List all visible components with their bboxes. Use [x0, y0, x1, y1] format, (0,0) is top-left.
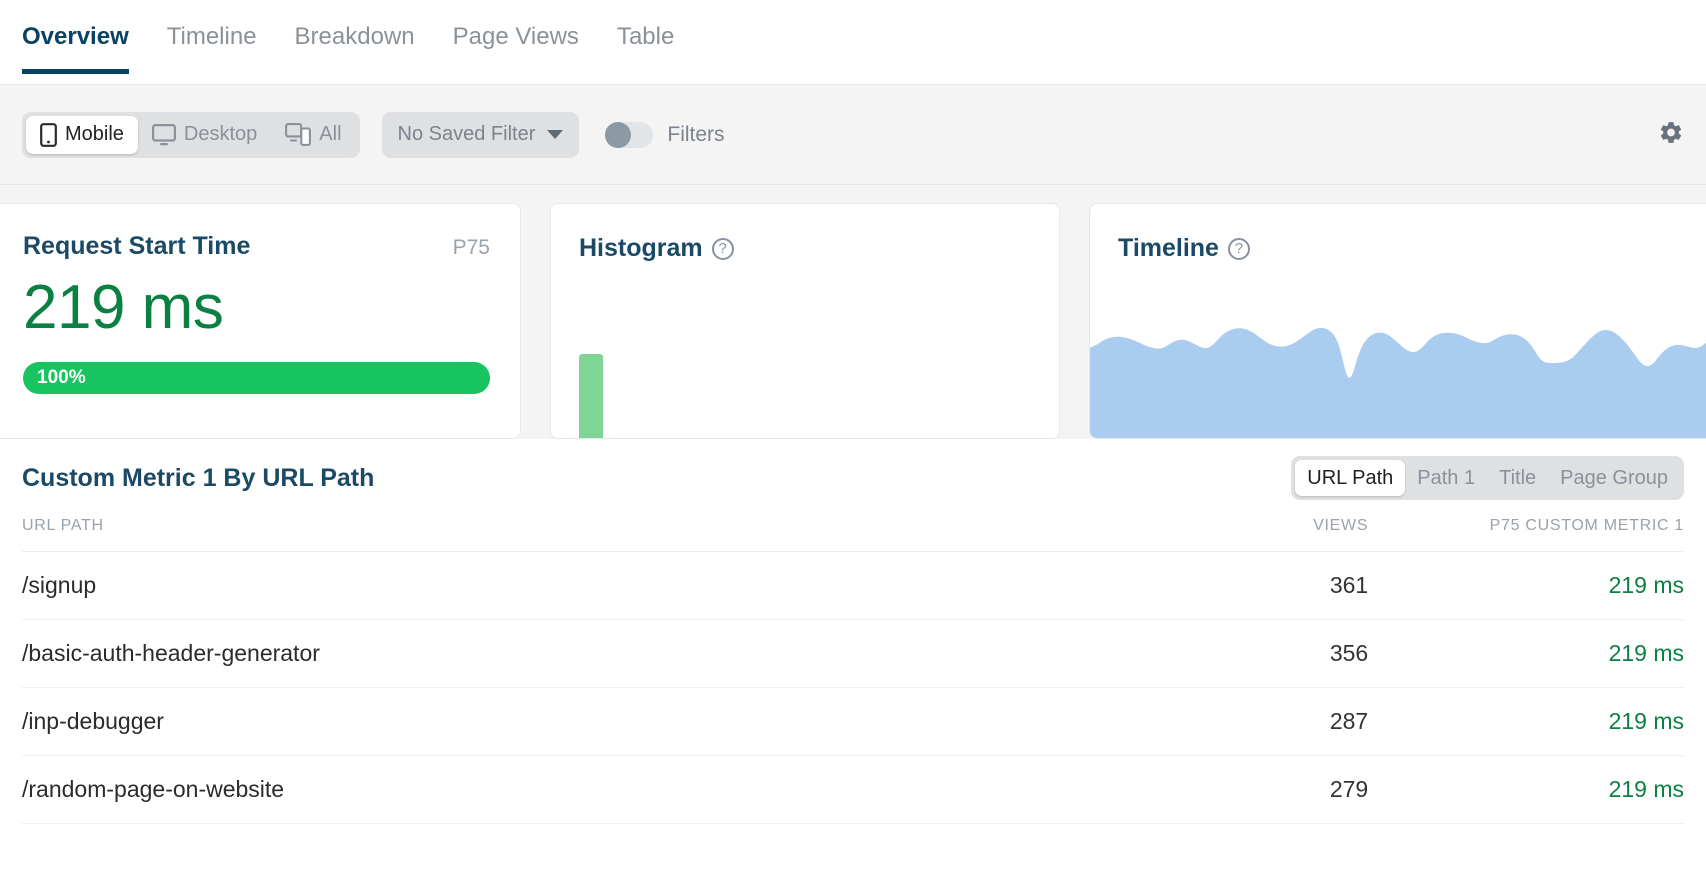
metric-progress-bar: 100% — [23, 362, 490, 395]
table-view-toggle-group: URL Path Path 1 Title Page Group — [1291, 456, 1684, 500]
table-title: Custom Metric 1 By URL Path — [22, 463, 375, 492]
timeline-chart[interactable] — [1090, 310, 1706, 438]
histogram-title: Histogram — [579, 234, 703, 262]
chevron-down-icon — [547, 130, 564, 139]
breakdown-table-section: Custom Metric 1 By URL Path URL Path Pat… — [0, 439, 1706, 824]
histogram-card-header: Histogram ? — [579, 234, 1059, 263]
help-icon[interactable]: ? — [711, 237, 734, 260]
table-head: URL PATH VIEWS P75 CUSTOM METRIC 1 — [22, 517, 1684, 552]
histogram-chart — [579, 318, 1059, 438]
filters-toggle-wrap: Filters — [605, 121, 725, 148]
timeline-area-path — [1090, 327, 1706, 438]
table-view-option-label: Path 1 — [1417, 467, 1476, 489]
saved-filter-label: No Saved Filter — [397, 123, 536, 145]
device-option-mobile[interactable]: Mobile — [26, 115, 138, 154]
tab-bar: Overview Timeline Breakdown Page Views T… — [0, 0, 1706, 84]
table-row[interactable]: /inp-debugger 287 219 ms — [22, 687, 1684, 756]
cell-url-path: /inp-debugger — [22, 687, 1053, 756]
device-option-label: Mobile — [65, 123, 124, 145]
timeline-area-svg — [1090, 327, 1706, 438]
cell-metric: 219 ms — [1368, 619, 1684, 688]
table-view-option-label: Title — [1499, 467, 1537, 489]
device-option-label: All — [319, 123, 342, 145]
tab-table[interactable]: Table — [617, 22, 674, 74]
table-view-option-url-path[interactable]: URL Path — [1295, 460, 1406, 496]
tab-label: Breakdown — [294, 23, 415, 50]
mobile-icon — [40, 122, 57, 147]
tab-label: Table — [616, 23, 675, 50]
cell-metric: 219 ms — [1368, 551, 1684, 620]
table-header-row: Custom Metric 1 By URL Path URL Path Pat… — [22, 439, 1684, 517]
table-view-option-title[interactable]: Title — [1487, 460, 1548, 496]
column-header-url-path[interactable]: URL PATH — [22, 517, 1053, 552]
gear-icon[interactable] — [1658, 119, 1684, 150]
table-body: /signup 361 219 ms /basic-auth-header-ge… — [22, 551, 1684, 824]
breakdown-table: URL PATH VIEWS P75 CUSTOM METRIC 1 /sign… — [22, 517, 1684, 824]
all-devices-icon — [285, 123, 312, 146]
filters-toggle-label: Filters — [667, 122, 725, 146]
cell-url-path: /random-page-on-website — [22, 755, 1053, 824]
column-header-metric[interactable]: P75 CUSTOM METRIC 1 — [1368, 517, 1684, 552]
toggle-knob — [605, 121, 632, 148]
help-icon[interactable]: ? — [1227, 237, 1250, 260]
timeline-card-header: Timeline ? — [1118, 234, 1706, 263]
metric-card: Request Start Time P75 219 ms 100% — [0, 203, 521, 439]
filter-bar: Mobile Desktop All No Saved Filter Filte… — [0, 84, 1706, 185]
metric-progress-label: 100% — [37, 367, 86, 389]
cell-views: 356 — [1052, 619, 1369, 688]
tab-overview[interactable]: Overview — [22, 22, 129, 74]
cell-url-path: /basic-auth-header-generator — [22, 619, 1053, 688]
tab-label: Timeline — [166, 23, 257, 50]
cell-views: 279 — [1052, 755, 1369, 824]
tab-page-views[interactable]: Page Views — [453, 22, 579, 74]
timeline-card: Timeline ? — [1089, 203, 1706, 439]
metric-card-header: Request Start Time P75 — [23, 232, 490, 261]
tab-label: Overview — [22, 23, 129, 50]
table-header: URL PATH VIEWS P75 CUSTOM METRIC 1 — [22, 517, 1684, 552]
metric-percentile: P75 — [452, 236, 490, 259]
saved-filter-dropdown[interactable]: No Saved Filter — [381, 111, 580, 158]
device-option-label: Desktop — [183, 123, 258, 145]
device-option-desktop[interactable]: Desktop — [138, 116, 271, 154]
table-row[interactable]: /random-page-on-website 279 219 ms — [22, 755, 1684, 824]
table-row[interactable]: /basic-auth-header-generator 356 219 ms — [22, 619, 1684, 688]
histogram-bar[interactable] — [579, 354, 603, 438]
tab-timeline[interactable]: Timeline — [167, 22, 257, 74]
table-view-option-label: Page Group — [1560, 467, 1668, 489]
cell-metric: 219 ms — [1368, 755, 1684, 824]
timeline-title: Timeline — [1118, 234, 1219, 262]
summary-cards: Request Start Time P75 219 ms 100% Histo… — [0, 185, 1706, 439]
device-option-all[interactable]: All — [271, 116, 355, 154]
table-view-option-page-group[interactable]: Page Group — [1548, 460, 1680, 496]
table-row[interactable]: /signup 361 219 ms — [22, 551, 1684, 620]
histogram-card: Histogram ? — [550, 203, 1060, 439]
table-view-option-label: URL Path — [1307, 467, 1394, 489]
column-header-views[interactable]: VIEWS — [1052, 517, 1369, 552]
tab-breakdown[interactable]: Breakdown — [295, 22, 415, 74]
device-toggle-group: Mobile Desktop All — [22, 111, 360, 158]
desktop-icon — [151, 123, 176, 146]
cell-views: 361 — [1052, 551, 1369, 620]
metric-value: 219 ms — [23, 273, 224, 342]
cell-metric: 219 ms — [1368, 687, 1684, 756]
tab-label: Page Views — [452, 23, 579, 50]
metric-title: Request Start Time — [23, 232, 251, 260]
cell-views: 287 — [1052, 687, 1369, 756]
table-view-option-path-1[interactable]: Path 1 — [1405, 460, 1487, 496]
cell-url-path: /signup — [22, 551, 1053, 620]
filters-toggle[interactable] — [605, 121, 654, 148]
